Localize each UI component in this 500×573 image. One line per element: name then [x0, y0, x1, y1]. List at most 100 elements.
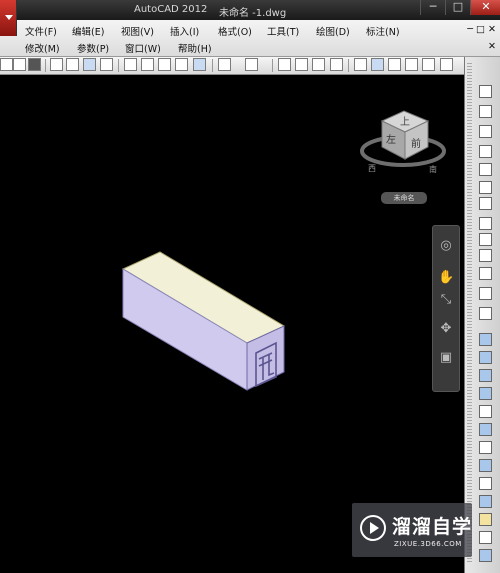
- viewcube-left-label: 左: [386, 133, 396, 146]
- mdi-window-controls[interactable]: ─ □ ✕: [467, 24, 496, 35]
- thicken-icon[interactable]: [479, 495, 492, 508]
- intersect-icon[interactable]: [479, 369, 492, 382]
- drawing-viewport[interactable]: 上 前 左 西 南 未命名 ◎ ✋ ⤡ ✥ ▣: [0, 75, 464, 573]
- sweep-icon[interactable]: [479, 287, 492, 300]
- open-icon[interactable]: [13, 58, 26, 71]
- 3d-box-icon[interactable]: [479, 85, 492, 98]
- maximize-button[interactable]: □: [445, 0, 470, 15]
- navigation-bar: ◎ ✋ ⤡ ✥ ▣: [432, 225, 460, 392]
- publish-icon[interactable]: [83, 58, 96, 71]
- plot-icon[interactable]: [50, 58, 63, 71]
- menu-row-1: 文件(F) 编辑(E) 视图(V) 插入(I) 格式(O) 工具(T) 绘图(D…: [0, 22, 500, 38]
- copy-clip-icon[interactable]: [175, 58, 188, 71]
- zoom-extents-icon[interactable]: ⤡: [438, 292, 454, 308]
- pan-icon[interactable]: [278, 58, 291, 71]
- redo-icon[interactable]: [245, 58, 258, 71]
- zoom-window-icon[interactable]: [312, 58, 325, 71]
- new-icon[interactable]: [0, 58, 13, 71]
- shell-icon[interactable]: [479, 549, 492, 562]
- viewcube-front-label: 前: [411, 137, 421, 150]
- application-menu-button[interactable]: [0, 0, 17, 36]
- plot-preview-icon[interactable]: [66, 58, 79, 71]
- menu-draw[interactable]: 绘图(D): [316, 24, 350, 38]
- menu-bar: 文件(F) 编辑(E) 视图(V) 插入(I) 格式(O) 工具(T) 绘图(D…: [0, 20, 500, 57]
- markup-icon[interactable]: [422, 58, 435, 71]
- menu-window[interactable]: 窗口(W): [125, 41, 161, 55]
- 3d-sphere-icon[interactable]: [479, 145, 492, 158]
- watermark-brand: 溜溜自学: [392, 516, 473, 538]
- menu-parameters[interactable]: 参数(P): [77, 41, 109, 55]
- match-properties-icon[interactable]: [193, 58, 206, 71]
- section-plane-icon[interactable]: [479, 513, 492, 526]
- undo-icon[interactable]: [218, 58, 231, 71]
- right-docked-toolbar: [464, 57, 500, 573]
- menu-modify[interactable]: 修改(M): [25, 41, 60, 55]
- compass-west-label: 西: [368, 164, 376, 173]
- pan-hand-icon[interactable]: ✋: [438, 270, 454, 286]
- document-title: 未命名 -1.dwg: [219, 8, 287, 19]
- 3d-cylinder-icon[interactable]: [479, 163, 492, 176]
- menu-row-2: 修改(M) 参数(P) 窗口(W) 帮助(H) ✕: [0, 39, 500, 55]
- 3d-align-icon[interactable]: [479, 423, 492, 436]
- play-logo-icon: [360, 515, 386, 541]
- menu-file[interactable]: 文件(F): [25, 24, 57, 38]
- slice-icon[interactable]: [479, 459, 492, 472]
- toolbar-separator: [348, 59, 349, 72]
- revolve-icon[interactable]: [479, 307, 492, 320]
- title-bar: AutoCAD 2012 未命名 -1.dwg ─ □ ✕: [0, 0, 500, 20]
- minimize-button[interactable]: ─: [420, 0, 445, 15]
- paste-icon[interactable]: [158, 58, 171, 71]
- sheet-set-icon[interactable]: [405, 58, 418, 71]
- 3d-wedge-icon[interactable]: [479, 105, 492, 118]
- menu-view[interactable]: 视图(V): [121, 24, 154, 38]
- 3d-cone-icon[interactable]: [479, 125, 492, 138]
- union-icon[interactable]: [479, 333, 492, 346]
- save-icon[interactable]: [28, 58, 41, 71]
- subtract-icon[interactable]: [479, 351, 492, 364]
- compass-south-label: 南: [429, 164, 437, 174]
- design-center-icon[interactable]: [371, 58, 384, 71]
- quickcalc-icon[interactable]: [440, 58, 453, 71]
- 3d-print-icon[interactable]: [100, 58, 113, 71]
- 3d-torus-icon[interactable]: [479, 181, 492, 194]
- ucs-menu-label[interactable]: 未命名: [381, 192, 427, 204]
- toolbar-separator: [212, 59, 213, 72]
- menu-edit[interactable]: 编辑(E): [72, 24, 104, 38]
- model-space-canvas: 上 前 左 西 南: [121, 110, 446, 391]
- menu-insert[interactable]: 插入(I): [170, 24, 199, 38]
- menu-help[interactable]: 帮助(H): [178, 41, 212, 55]
- interfere-icon[interactable]: [479, 477, 492, 490]
- menu-dimension[interactable]: 标注(N): [366, 24, 400, 38]
- menu-tools[interactable]: 工具(T): [267, 24, 299, 38]
- menu-format[interactable]: 格式(O): [218, 24, 252, 38]
- cut-icon[interactable]: [124, 58, 137, 71]
- planar-surface-icon[interactable]: [479, 233, 492, 246]
- mdi-close-control[interactable]: ✕: [488, 41, 496, 52]
- toolbar-separator: [272, 59, 273, 72]
- toolbar-grip[interactable]: [467, 63, 472, 563]
- steering-wheel-icon[interactable]: ◎: [438, 238, 454, 254]
- copy-icon[interactable]: [141, 58, 154, 71]
- zoom-realtime-icon[interactable]: [295, 58, 308, 71]
- presspull-icon[interactable]: [479, 267, 492, 280]
- app-title: AutoCAD 2012: [134, 4, 208, 15]
- 3d-pyramid-icon[interactable]: [479, 197, 492, 210]
- 3d-array-icon[interactable]: [479, 441, 492, 454]
- tool-palettes-icon[interactable]: [388, 58, 401, 71]
- flatshot-icon[interactable]: [479, 531, 492, 544]
- helix-icon[interactable]: [479, 217, 492, 230]
- viewcube[interactable]: 上 前 左 西 南: [360, 110, 446, 174]
- orbit-icon[interactable]: ✥: [438, 321, 454, 337]
- extrude-icon[interactable]: [479, 249, 492, 262]
- extruded-solid[interactable]: [121, 251, 286, 391]
- close-button[interactable]: ✕: [470, 0, 500, 15]
- viewcube-top-label: 上: [400, 116, 410, 128]
- 3d-rotate-icon[interactable]: [479, 405, 492, 418]
- showmotion-icon[interactable]: ▣: [438, 350, 454, 366]
- watermark-url: ZIXUE.3D66.COM: [394, 540, 462, 548]
- toolbar-separator: [118, 59, 119, 72]
- watermark-overlay: 溜溜自学 ZIXUE.3D66.COM: [352, 503, 472, 557]
- properties-icon[interactable]: [354, 58, 367, 71]
- 3d-move-icon[interactable]: [479, 387, 492, 400]
- zoom-previous-icon[interactable]: [330, 58, 343, 71]
